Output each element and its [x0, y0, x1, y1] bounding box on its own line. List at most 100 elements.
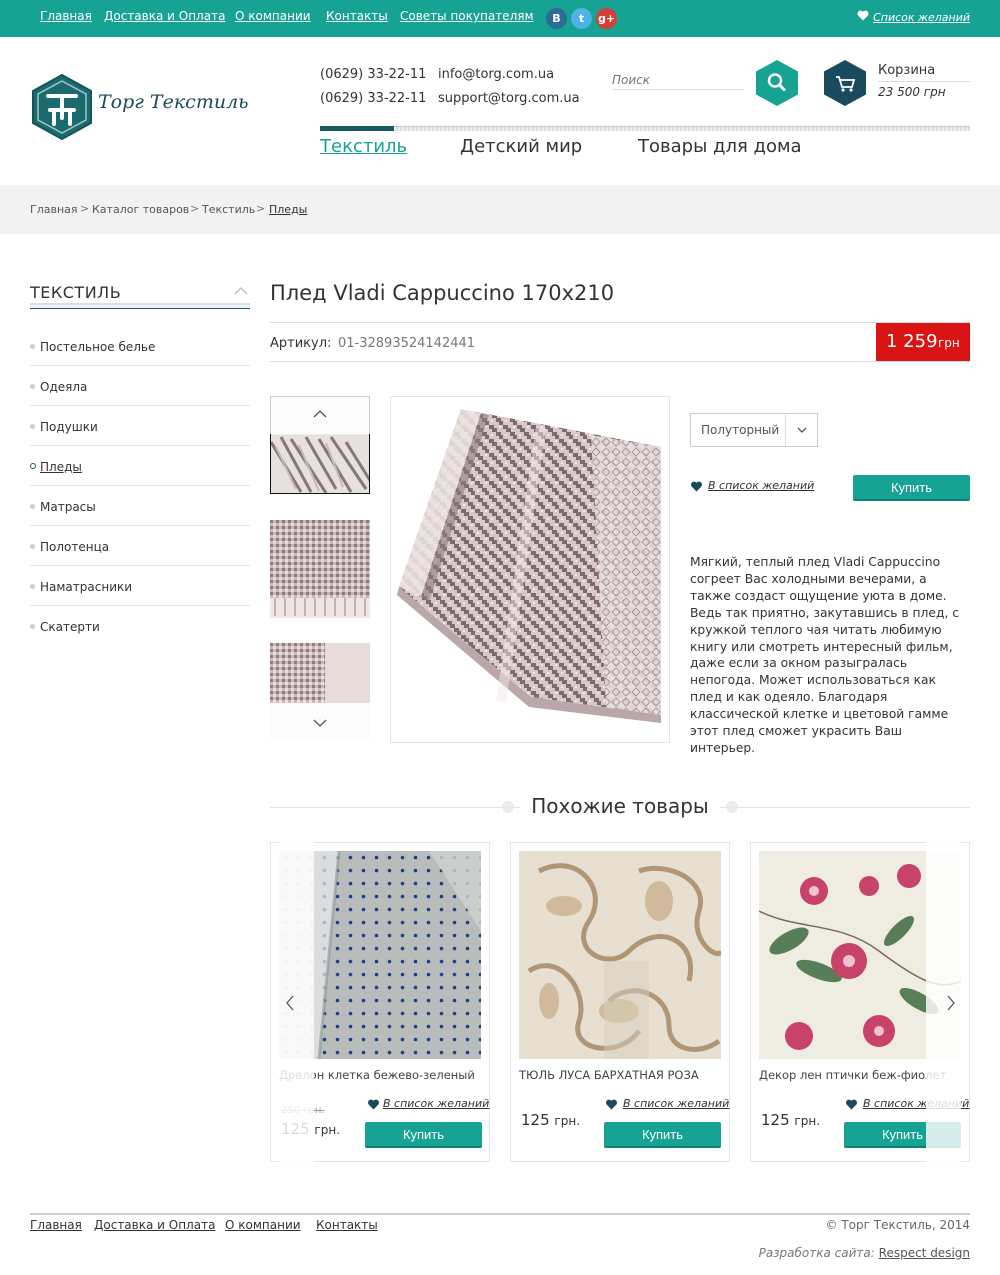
add-to-wishlist-link[interactable]: В список желаний [383, 1097, 489, 1110]
buy-button[interactable]: Купить [365, 1122, 482, 1148]
sidebar-item-towels[interactable]: Полотенца [30, 526, 250, 566]
dot-icon [726, 801, 738, 813]
breadcrumb-current[interactable]: Пледы [269, 203, 307, 216]
top-nav-delivery[interactable]: Доставка и Оплата [104, 9, 225, 23]
logo-hexagon-icon [32, 74, 92, 140]
wishlist-top-label: Список желаний [873, 11, 970, 24]
bullet-icon [30, 344, 35, 349]
menu-item-home-goods[interactable]: Товары для дома [638, 136, 802, 157]
price-currency: грн [938, 336, 960, 350]
product-description: Мягкий, теплый плед Vladi Cappuccino сог… [690, 555, 960, 755]
site-logo[interactable]: Торг Текстиль [30, 74, 260, 140]
sidebar-item-tablecloths[interactable]: Скатерти [30, 606, 250, 646]
bullet-icon [30, 584, 35, 589]
email-info[interactable]: info@torg.com.ua [438, 67, 554, 82]
sidebar-item-mattress-toppers[interactable]: Наматрасники [30, 566, 250, 606]
add-to-wishlist-link[interactable]: В список желаний [623, 1097, 729, 1110]
bullet-icon [30, 624, 35, 629]
top-nav-about[interactable]: О компании [235, 9, 311, 23]
chevron-down-icon [313, 719, 327, 727]
cart-label[interactable]: Корзина [878, 63, 935, 78]
thumbnail-prev[interactable] [270, 396, 370, 434]
chevron-right-icon: > [256, 202, 266, 215]
sidebar-item-bedding[interactable]: Постельное белье [30, 326, 250, 366]
footer-link-home[interactable]: Главная [30, 1218, 82, 1232]
twitter-icon[interactable]: t [571, 8, 592, 29]
sidebar-item-label: Скатерти [40, 620, 100, 634]
menu-item-textile[interactable]: Текстиль [320, 136, 407, 157]
phone-2: (0629) 33-22-11 [320, 91, 427, 106]
size-select-value: Полуторный [701, 423, 780, 437]
copyright: © Торг Текстиль, 2014 [825, 1218, 970, 1232]
price-currency: грн. [794, 1114, 821, 1128]
heart-icon [846, 1099, 857, 1110]
top-nav-tips[interactable]: Советы покупателям [400, 9, 534, 23]
similar-card-name[interactable]: Декор лен птички беж-фиолет [759, 1068, 946, 1082]
price-value: 1 259 [886, 331, 938, 352]
footer-link-contacts[interactable]: Контакты [316, 1218, 378, 1232]
chevron-up-icon [313, 410, 327, 418]
email-support[interactable]: support@torg.com.ua [438, 91, 580, 106]
search-input[interactable] [612, 72, 744, 88]
similar-title: Похожие товары [520, 794, 720, 822]
article-row: Артикул: 01-32893524142441 1 259 грн [270, 322, 970, 362]
footer-divider [30, 1213, 970, 1215]
footer-link-about[interactable]: О компании [225, 1218, 301, 1232]
chevron-right-icon: > [80, 202, 90, 215]
developer-link[interactable]: Respect design [879, 1246, 970, 1260]
sidebar-item-mattresses[interactable]: Матрасы [30, 486, 250, 526]
heart-icon [606, 1099, 617, 1110]
sidebar-item-pillows[interactable]: Подушки [30, 406, 250, 446]
sidebar-item-label: Наматрасники [40, 580, 133, 594]
product-main-image[interactable] [390, 396, 670, 743]
sidebar-item-label: Подушки [40, 420, 98, 434]
add-to-wishlist-link[interactable]: В список желаний [708, 479, 814, 492]
sidebar-item-label: Одеяла [40, 380, 88, 394]
similar-card-name[interactable]: ТЮЛЬ ЛУСА БАРХАТНАЯ РОЗА [519, 1068, 699, 1082]
heart-icon [368, 1099, 379, 1110]
bullet-icon [30, 544, 35, 549]
top-bar: Главная Доставка и Оплата О компании Кон… [0, 0, 1000, 37]
sidebar-item-blankets[interactable]: Одеяла [30, 366, 250, 406]
google-plus-icon[interactable]: g+ [596, 8, 617, 29]
chevron-up-icon[interactable] [234, 285, 248, 297]
breadcrumb-home[interactable]: Главная [30, 203, 78, 216]
sidebar-item-plaids[interactable]: Пледы [30, 446, 250, 486]
top-nav-home[interactable]: Главная [40, 9, 92, 23]
top-nav-contacts[interactable]: Контакты [326, 9, 388, 23]
article-value: 01-32893524142441 [338, 336, 476, 351]
bullet-icon [30, 463, 36, 469]
thumbnail-carousel [270, 396, 370, 741]
search-box [612, 72, 744, 90]
bullet-icon [30, 424, 35, 429]
heart-icon [857, 10, 869, 24]
buy-button[interactable]: Купить [604, 1122, 721, 1148]
cart-icon[interactable] [822, 59, 868, 107]
main-menu-bar [320, 126, 970, 131]
vk-icon[interactable]: B [546, 8, 567, 29]
logo-text: Торг Текстиль [98, 91, 249, 113]
footer-link-delivery[interactable]: Доставка и Оплата [94, 1218, 215, 1232]
size-select[interactable]: Полуторный [690, 413, 818, 447]
main-menu-active-marker [320, 126, 394, 131]
similar-card-2[interactable]: ТЮЛЬ ЛУСА БАРХАТНАЯ РОЗА 125 грн. В спис… [510, 842, 730, 1162]
chevron-left-icon[interactable] [285, 995, 295, 1011]
heart-icon [691, 481, 702, 492]
breadcrumb-catalog[interactable]: Каталог товаров [92, 203, 189, 216]
houndstooth-image [270, 520, 370, 618]
breadcrumb-textile[interactable]: Текстиль [202, 203, 255, 216]
price-currency: грн. [554, 1114, 581, 1128]
chevron-right-icon[interactable] [946, 995, 956, 1011]
sidebar-item-label: Матрасы [40, 500, 96, 514]
thumbnail-2[interactable] [270, 520, 370, 618]
similar-card-price: 125 грн. [761, 1111, 820, 1129]
wishlist-top-link[interactable]: Список желаний [857, 10, 970, 24]
article-label: Артикул: [270, 336, 332, 351]
similar-card-image [519, 851, 721, 1059]
search-button[interactable] [754, 59, 800, 107]
buy-button[interactable]: Купить [853, 475, 970, 501]
developer-label: Разработка сайта: [758, 1246, 875, 1260]
sidebar-title-underline [30, 303, 250, 309]
menu-item-kids[interactable]: Детский мир [460, 136, 582, 157]
thumbnail-next[interactable] [270, 703, 370, 741]
